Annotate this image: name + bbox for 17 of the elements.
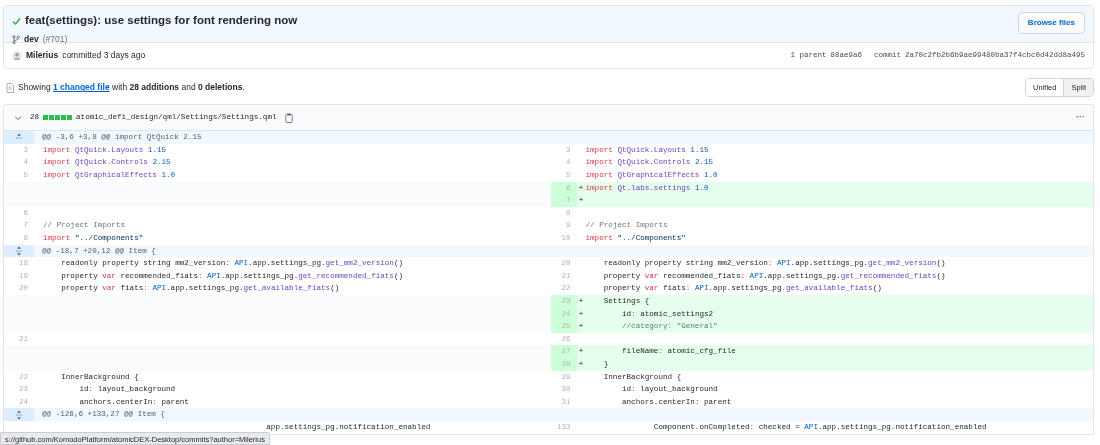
clipboard-icon[interactable] [284, 112, 293, 123]
avatar-icon [12, 50, 22, 61]
summary-text: Showing 1 changed file with 28 additions and 0 deletions. [18, 81, 245, 94]
branch-name[interactable]: dev [24, 33, 39, 46]
expand-icon[interactable] [14, 409, 24, 420]
author-name[interactable]: Milerius [26, 49, 59, 62]
pull-request-link[interactable]: (#701) [42, 33, 68, 46]
file-diff-icon [6, 82, 14, 93]
expand-icon[interactable] [14, 245, 24, 256]
chevron-down-icon[interactable] [14, 114, 22, 121]
branch-icon [12, 35, 20, 45]
browse-files-button[interactable]: Browse files [1017, 12, 1085, 34]
diffstat-drawing [43, 115, 72, 121]
commit-time: committed 3 days ago [62, 49, 146, 62]
commit-title: feat(settings): use settings for font rendering now [25, 13, 298, 28]
more-options-button[interactable]: ··· [1076, 111, 1085, 125]
changed-files-link[interactable]: 1 changed file [52, 82, 110, 93]
